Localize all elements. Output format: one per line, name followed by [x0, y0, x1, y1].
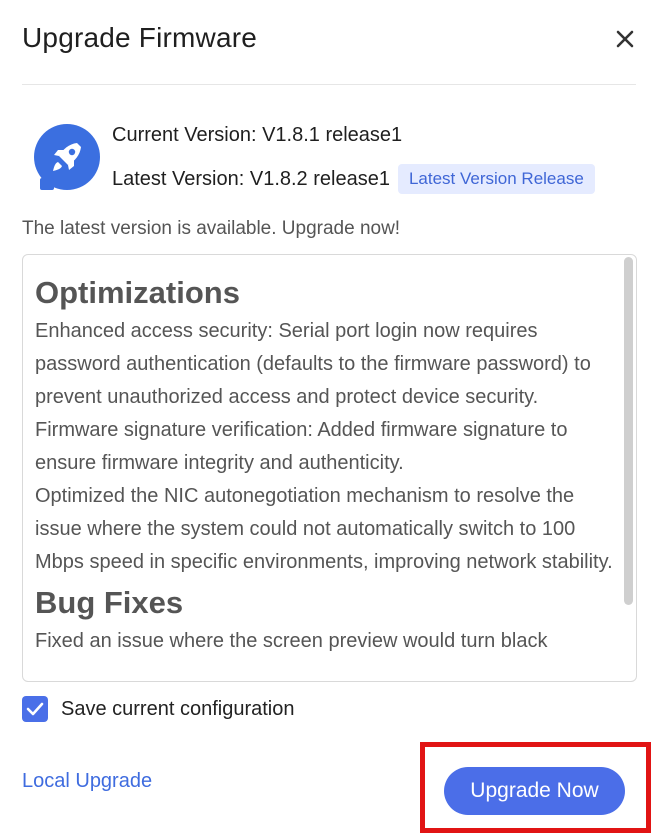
- save-config-option[interactable]: Save current configuration: [22, 696, 294, 722]
- save-config-checkbox[interactable]: [22, 696, 48, 722]
- rocket-icon-base: [40, 178, 54, 190]
- upgrade-now-button[interactable]: Upgrade Now: [444, 767, 625, 815]
- section-heading-bug-fixes: Bug Fixes: [35, 585, 184, 620]
- close-button[interactable]: [612, 26, 638, 52]
- release-notes-panel[interactable]: Optimizations Enhanced access security: …: [22, 254, 637, 682]
- close-icon: [616, 30, 634, 48]
- latest-version-row: Latest Version: V1.8.2 release1 Latest V…: [112, 164, 595, 194]
- note-item: Optimized the NIC autonegotiation mechan…: [35, 485, 613, 573]
- note-item: Fixed an issue where the screen preview …: [35, 630, 548, 652]
- save-config-label: Save current configuration: [61, 697, 295, 720]
- dialog-title: Upgrade Firmware: [22, 22, 258, 53]
- note-item: Enhanced access security: Serial port lo…: [35, 320, 591, 408]
- header-divider: [22, 84, 636, 85]
- local-upgrade-link[interactable]: Local Upgrade: [22, 770, 152, 793]
- upgrade-firmware-dialog: Upgrade Firmware Current Version: V1.8.1…: [0, 0, 655, 836]
- release-notes-content: Optimizations Enhanced access security: …: [35, 273, 615, 658]
- availability-message: The latest version is available. Upgrade…: [22, 218, 401, 239]
- note-item: Firmware signature verification: Added f…: [35, 419, 568, 474]
- latest-release-badge: Latest Version Release: [397, 164, 595, 194]
- checkmark-icon: [26, 702, 44, 716]
- current-version-text: Current Version: V1.8.1 release1: [112, 124, 403, 146]
- section-heading-optimizations: Optimizations: [35, 275, 240, 310]
- latest-version-text: Latest Version: V1.8.2 release1: [112, 167, 390, 190]
- release-notes-scrollbar[interactable]: [624, 257, 633, 605]
- current-version-row: Current Version: V1.8.1 release1: [112, 124, 402, 147]
